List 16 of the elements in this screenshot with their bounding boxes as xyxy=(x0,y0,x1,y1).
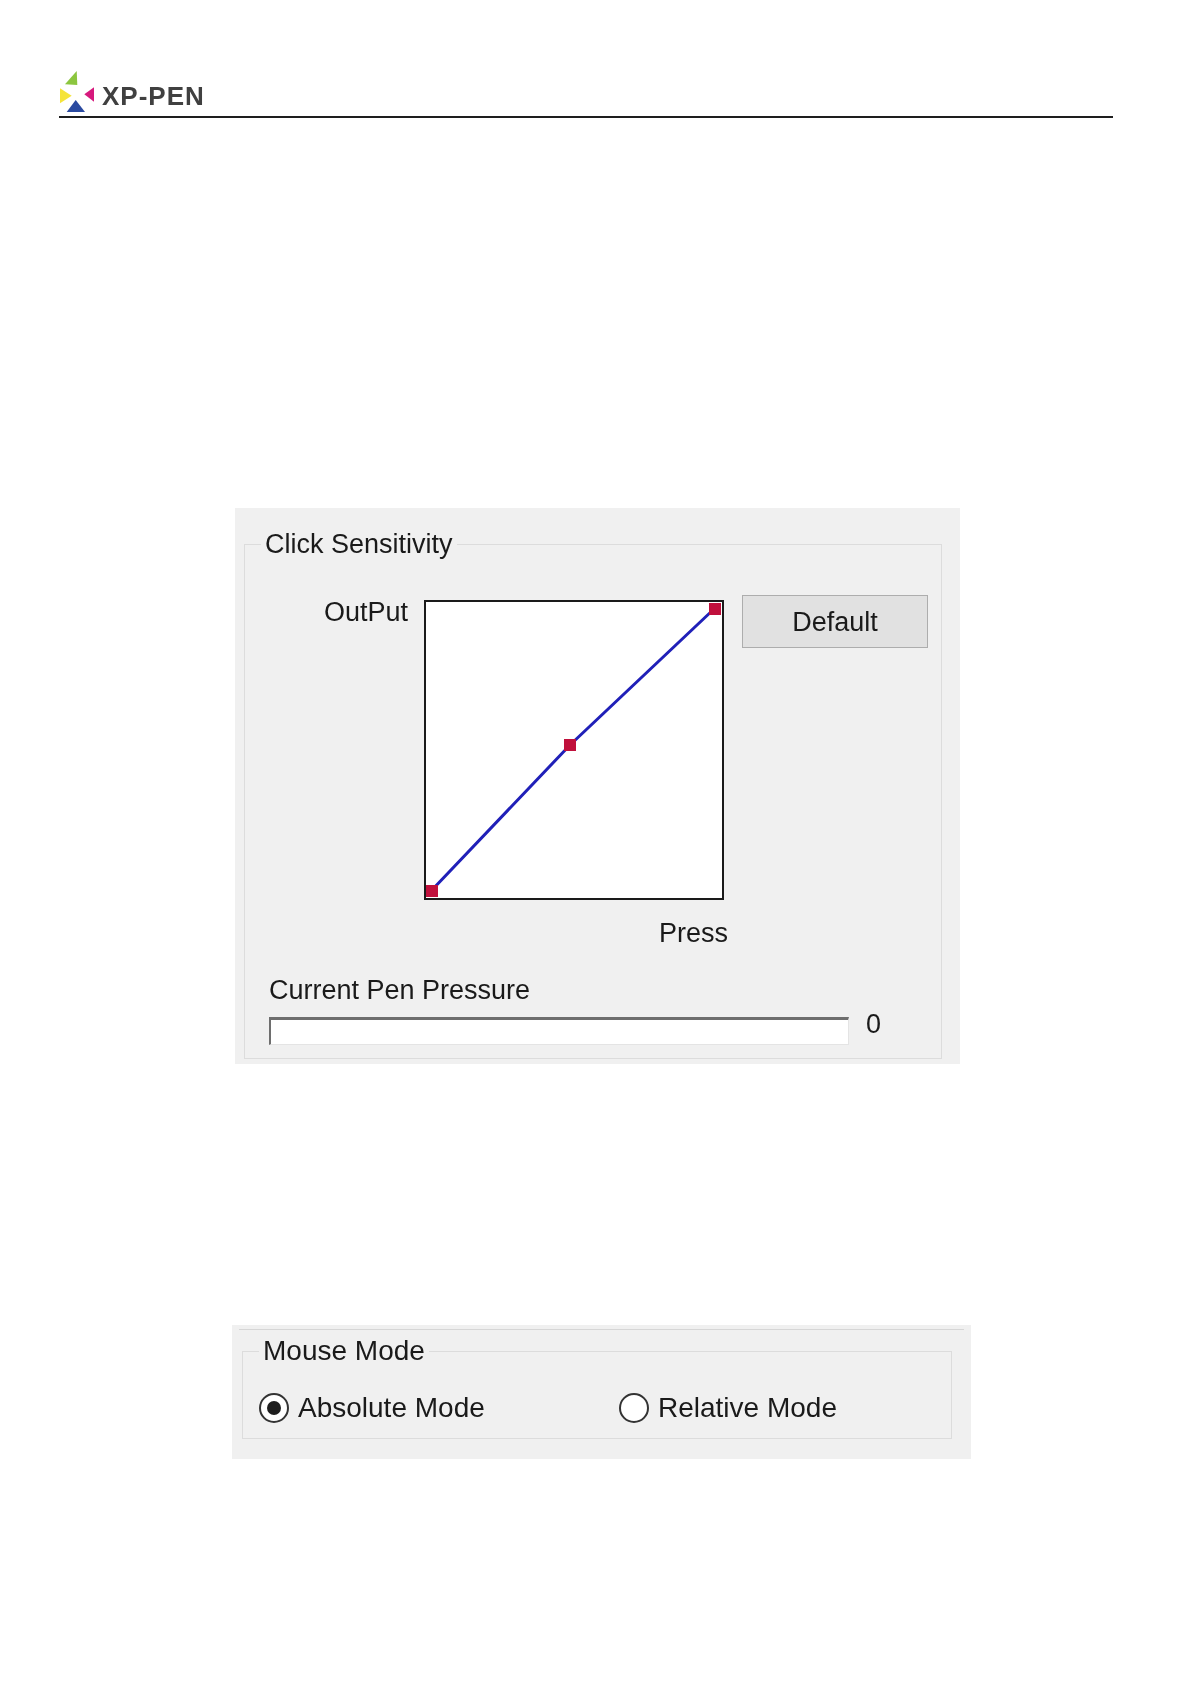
axis-label: Press xyxy=(658,918,728,948)
curve-handle[interactable] xyxy=(709,603,721,615)
radio-button[interactable] xyxy=(619,1393,649,1423)
logo-text: XP-PEN xyxy=(102,83,205,109)
pressure-label: Current Pen Pressure xyxy=(269,975,531,1005)
radio-button[interactable] xyxy=(259,1393,289,1423)
radio-label[interactable]: Absolute Mode xyxy=(298,1392,485,1424)
logo-icon xyxy=(59,70,95,113)
group-title: Mouse Mode xyxy=(262,1335,426,1367)
curve-handle[interactable] xyxy=(426,885,438,897)
curve-handle[interactable] xyxy=(564,739,576,751)
group-title: Click Sensitivity xyxy=(264,529,454,559)
axis-label: OutPut xyxy=(323,597,408,627)
default-button[interactable]: Default xyxy=(742,595,928,648)
pressure-reading: 0 xyxy=(866,1009,882,1039)
radio-label[interactable]: Relative Mode xyxy=(658,1392,837,1424)
